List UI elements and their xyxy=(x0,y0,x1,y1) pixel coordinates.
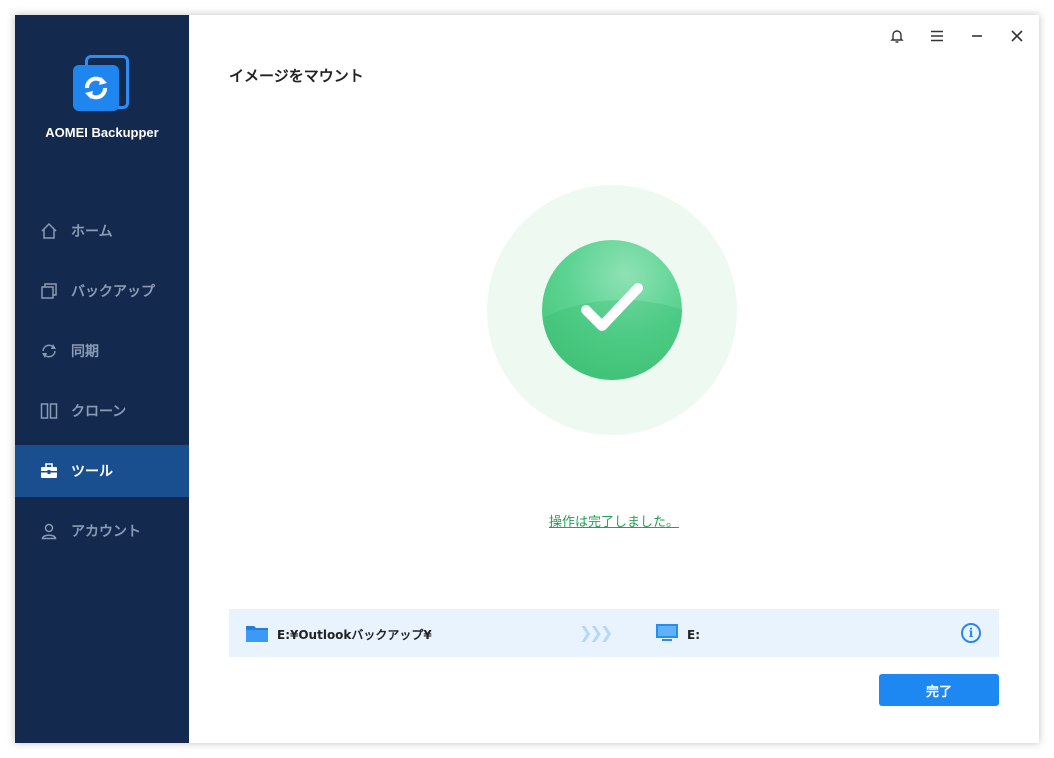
sidebar-item-label: ホーム xyxy=(71,224,113,240)
info-icon[interactable]: i xyxy=(961,623,981,643)
monitor-icon xyxy=(655,623,679,646)
sync-icon xyxy=(39,341,59,361)
status-message-link[interactable]: 操作は完了しました。 xyxy=(189,511,1039,530)
sidebar-item-sync[interactable]: 同期 xyxy=(15,325,189,377)
toolbox-icon xyxy=(39,461,59,481)
arrows-icon: ❯❯❯ xyxy=(579,623,613,642)
sidebar-item-label: クローン xyxy=(71,404,127,420)
clone-icon xyxy=(39,401,59,421)
bell-icon[interactable] xyxy=(886,25,908,47)
source-path-text: E:¥Outlookバックアップ¥ xyxy=(277,628,432,642)
menu-icon[interactable] xyxy=(926,25,948,47)
sidebar: AOMEI Backupper ホーム バックアップ 同期 クローン ツール ア… xyxy=(15,15,189,743)
app-logo-icon xyxy=(73,55,131,113)
destination-drive-text: E: xyxy=(687,627,700,642)
minimize-icon[interactable] xyxy=(966,25,988,47)
backup-icon xyxy=(39,281,59,301)
page-title: イメージをマウント xyxy=(229,67,364,85)
sidebar-nav: ホーム バックアップ 同期 クローン ツール アカウント xyxy=(15,205,189,565)
home-icon xyxy=(39,221,59,241)
sidebar-item-backup[interactable]: バックアップ xyxy=(15,265,189,317)
close-icon[interactable] xyxy=(1006,25,1028,47)
folder-icon xyxy=(245,623,269,646)
sidebar-item-label: ツール xyxy=(71,464,113,480)
source-path: E:¥Outlookバックアップ¥ xyxy=(245,623,432,646)
sidebar-item-home[interactable]: ホーム xyxy=(15,205,189,257)
finish-button[interactable]: 完了 xyxy=(879,674,999,706)
user-icon xyxy=(39,521,59,541)
main-content: イメージをマウント 操作は完了しました。 E:¥Outlookバックアップ¥ ❯… xyxy=(189,15,1039,743)
app-window: AOMEI Backupper ホーム バックアップ 同期 クローン ツール ア… xyxy=(15,15,1039,743)
sidebar-item-label: バックアップ xyxy=(71,284,155,300)
sidebar-item-tools[interactable]: ツール xyxy=(15,445,189,497)
destination-drive: E: xyxy=(655,623,700,646)
sidebar-item-account[interactable]: アカウント xyxy=(15,505,189,557)
app-name: AOMEI Backupper xyxy=(45,125,159,140)
success-check-icon xyxy=(542,240,682,380)
sidebar-item-clone[interactable]: クローン xyxy=(15,385,189,437)
sidebar-item-label: アカウント xyxy=(71,524,141,540)
mount-path-bar: E:¥Outlookバックアップ¥ ❯❯❯ E: i xyxy=(229,609,999,657)
sidebar-item-label: 同期 xyxy=(71,344,99,360)
